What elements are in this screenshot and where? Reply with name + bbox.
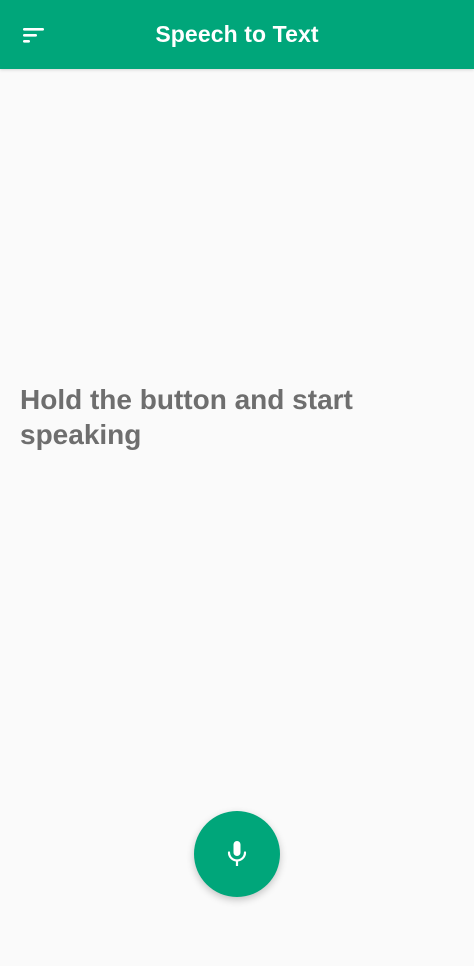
app-bar: Speech to Text [0,0,474,69]
microphone-icon [227,841,247,866]
record-button[interactable] [194,811,280,897]
instruction-text: Hold the button and start speaking [20,384,353,450]
page-title: Speech to Text [155,21,319,47]
app-screen: Speech to Text Hold the button and start… [0,0,474,966]
